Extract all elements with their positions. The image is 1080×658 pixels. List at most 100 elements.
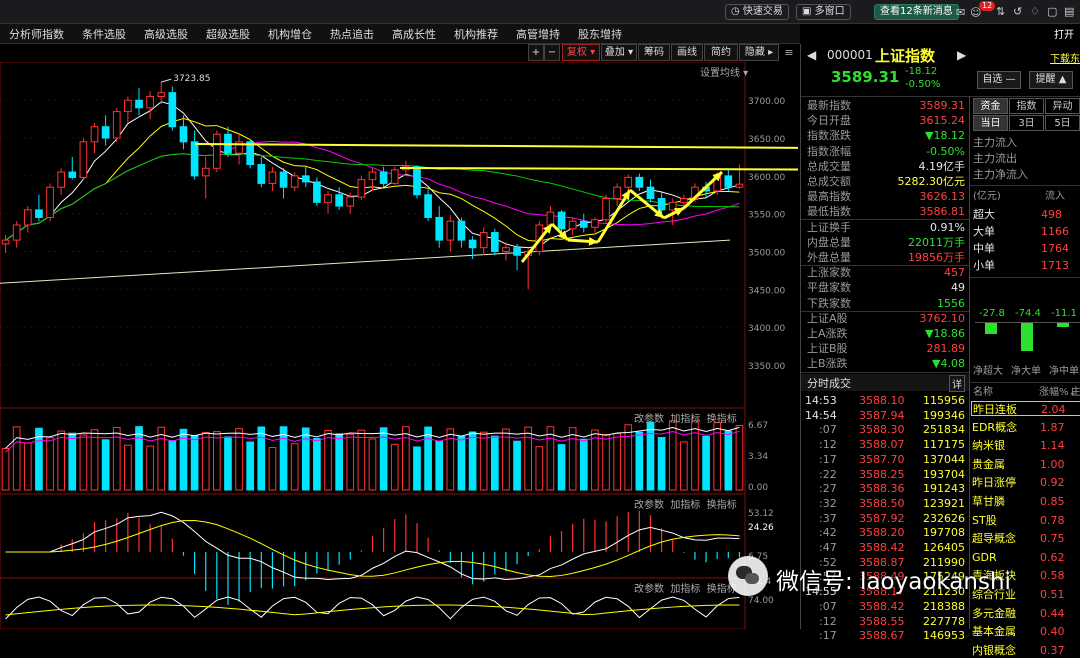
menu-item[interactable]: 高成长性 — [383, 26, 445, 42]
macd-tick-label: 53.12 — [748, 509, 774, 519]
menu-item[interactable]: 分析师指数 — [0, 26, 73, 42]
shirt-icon[interactable]: ♢ — [1030, 5, 1040, 18]
menu-lines-icon[interactable]: ≡ — [780, 44, 798, 61]
mail-icon[interactable]: ✉ — [956, 6, 965, 19]
next-stock-arrow[interactable]: ▶ — [957, 48, 966, 62]
sector-row[interactable]: 昨日连板 2.04 — [971, 401, 1080, 416]
net-flow-bar — [1057, 323, 1069, 328]
fund-flow-label: 主力流出 — [973, 152, 1017, 165]
quick-trade-button[interactable]: ◷ 快速交易 — [725, 4, 789, 20]
candle-body — [724, 175, 733, 188]
kline-chart[interactable]: 3700.00 3650.00 3600.00 3550.00 3500.00 3450.… — [0, 61, 913, 630]
quote-row: 指数涨跌 ▼18.12 — [807, 128, 967, 143]
quote-value: ▼18.86 — [925, 327, 965, 340]
kdj-tick-label: 74.00 — [748, 596, 774, 606]
vol-switch-indicator[interactable]: 换指标 — [707, 414, 737, 425]
order-size-label: 小单 — [973, 259, 995, 272]
self-select-button[interactable]: 自选 — — [977, 71, 1021, 89]
macd-add-indicator[interactable]: 加指标 — [670, 500, 700, 511]
alert-button[interactable]: 提醒 ▲ — [1029, 71, 1073, 89]
sector-row[interactable]: 贵金属 1.00 — [971, 457, 1080, 472]
restore-icon[interactable]: ▤ — [1064, 5, 1074, 18]
simple-mode-button[interactable]: 简约 — [704, 44, 738, 61]
sector-row[interactable]: ST股 0.78 — [971, 513, 1080, 528]
menu-item[interactable]: 条件选股 — [73, 26, 135, 42]
chip-button[interactable]: 筹码 — [638, 44, 670, 61]
menu-item[interactable]: 股东增持 — [569, 26, 631, 42]
volume-bar — [346, 433, 355, 491]
sort-icon[interactable]: ⇅ — [996, 5, 1005, 18]
volume-bar — [413, 446, 421, 491]
fund-tab[interactable]: 异动 — [1045, 98, 1080, 114]
hide-button[interactable]: 隐藏 ▸ — [739, 44, 779, 61]
sector-row[interactable]: 纳米银 1.14 — [971, 438, 1080, 453]
ma-settings-link[interactable]: 设置均线 ▾ — [700, 64, 748, 79]
ts-volume: 146953 — [923, 629, 965, 643]
volume-bar — [368, 438, 377, 491]
menu-item[interactable]: 热点追击 — [321, 26, 383, 42]
sector-row[interactable]: 内银概念 0.37 — [971, 643, 1080, 658]
volume-bar — [568, 427, 577, 491]
macd-switch-indicator[interactable]: 换指标 — [707, 500, 737, 511]
sector-row[interactable]: EDR概念 1.87 — [971, 420, 1080, 435]
menu-item[interactable]: 机构推荐 — [445, 26, 507, 42]
volume-bar — [691, 420, 699, 491]
menu-item[interactable]: 高级选股 — [135, 26, 197, 42]
ts-time: :27 — [819, 482, 837, 496]
download-link[interactable]: 下载东 — [1050, 50, 1080, 65]
fund-tab[interactable]: 资金 — [973, 98, 1008, 114]
sector-row[interactable]: 基本金属 0.40 — [971, 624, 1080, 639]
candle-body — [301, 175, 310, 183]
sector-pct: 0.58 — [1040, 569, 1065, 583]
restore-right-button[interactable]: 复权 ▾ — [562, 44, 600, 61]
quote-panel: ◀ 000001 上证指数 ▶ 下载东 3589.31 -18.12 -0.50… — [800, 44, 1080, 657]
sector-row[interactable]: 草甘膦 0.85 — [971, 494, 1080, 509]
period-tab[interactable]: 5日 — [1045, 115, 1080, 131]
macd-change-params[interactable]: 改参数 — [634, 500, 664, 511]
volume-bar — [602, 434, 610, 491]
volume-bar — [212, 431, 221, 491]
quote-label: 外盘总量 — [807, 251, 851, 264]
sector-pct: 1.00 — [1040, 457, 1065, 471]
period-tab[interactable]: 当日 — [973, 115, 1008, 131]
news-button[interactable]: 查看12条新消息 — [874, 4, 959, 20]
price-tick-label: 3500.00 — [748, 248, 785, 258]
sector-row[interactable]: 超导概念 0.75 — [971, 531, 1080, 546]
order-size-label: 大单 — [973, 225, 995, 238]
menu-item[interactable]: 机构增仓 — [259, 26, 321, 42]
sector-row[interactable]: 昨日涨停 0.92 — [971, 475, 1080, 490]
open-link[interactable]: 打开 — [1054, 26, 1074, 41]
period-tab[interactable]: 3日 — [1009, 115, 1044, 131]
quote-row: 最高指数 3626.13 — [807, 189, 967, 204]
quote-label: 上证换手 — [807, 220, 851, 234]
sector-row[interactable]: 多元金融 0.44 — [971, 606, 1080, 621]
back-icon[interactable]: ↺ — [1013, 5, 1022, 18]
fund-tab[interactable]: 指数 — [1009, 98, 1044, 114]
menu-item[interactable]: 高管增持 — [507, 26, 569, 42]
quote-value: 4.19亿手 — [918, 159, 966, 173]
lock-icon[interactable]: ▢ — [1047, 5, 1057, 18]
volume-bar — [535, 446, 544, 491]
zoom-in-button[interactable]: + — [528, 44, 544, 61]
kdj-add-indicator[interactable]: 加指标 — [670, 584, 700, 595]
vol-add-indicator[interactable]: 加指标 — [670, 414, 700, 425]
draw-line-button[interactable]: 画线 — [671, 44, 703, 61]
overlay-button[interactable]: 叠加 ▾ — [601, 44, 637, 61]
kdj-change-params[interactable]: 改参数 — [634, 584, 664, 595]
vol-change-params[interactable]: 改参数 — [634, 414, 664, 425]
prev-stock-arrow[interactable]: ◀ — [807, 48, 816, 62]
volume-bar — [591, 429, 599, 491]
ts-price: 3588.10 — [859, 394, 905, 407]
volume-bar — [57, 430, 65, 491]
menu-item[interactable]: 超级选股 — [197, 26, 259, 42]
multi-window-button[interactable]: ▣ 多窗口 — [796, 4, 851, 20]
kline-chart-area[interactable]: 3700.00 3650.00 3600.00 3550.00 3500.00 3450.… — [0, 61, 913, 630]
candle-body — [613, 186, 621, 200]
candle-body — [557, 211, 566, 230]
quote-value: 5282.30亿元 — [897, 175, 966, 188]
candle-body — [23, 209, 32, 226]
zoom-out-button[interactable]: − — [544, 44, 560, 61]
ts-time: :37 — [819, 511, 837, 525]
time-sales-detail-button[interactable]: 详 — [949, 375, 965, 392]
volume-bar — [502, 428, 510, 491]
